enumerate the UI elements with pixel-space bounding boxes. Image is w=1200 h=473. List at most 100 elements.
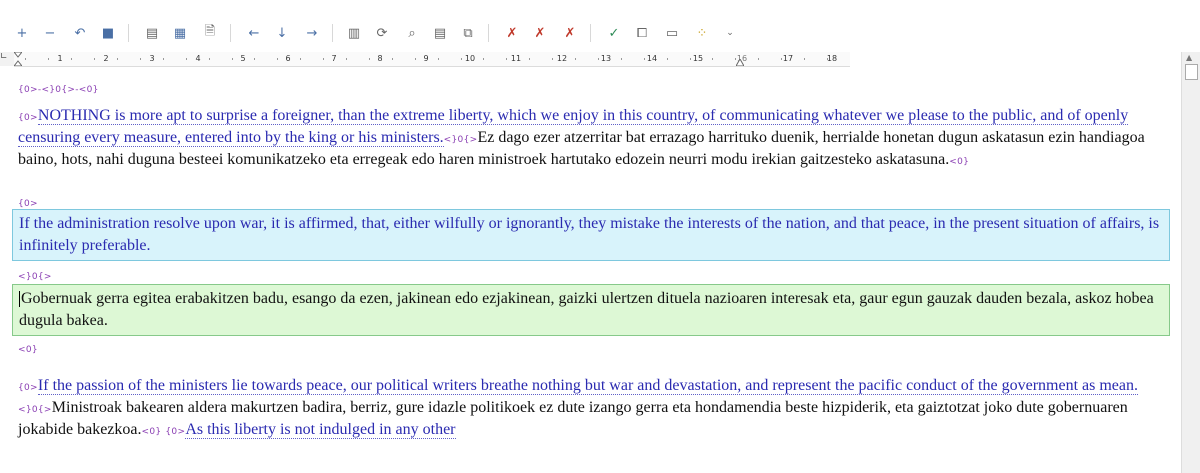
copy-icon[interactable]: ⧉ [458,23,478,43]
segment-tag: <}0{> [443,135,478,145]
file-check-icon[interactable]: 🗎 [200,23,220,43]
segment-tag: <0} [141,427,162,437]
ruler-tick [48,58,50,60]
ruler-tick [437,58,439,60]
table-icon[interactable]: ▦ [170,23,190,43]
document-area[interactable]: {0>-<}0{>-<0} {0>NOTHING is more apt to … [0,66,1180,473]
segment-tag: <}0{> [18,272,52,282]
ruler-number: 4 [195,54,201,63]
ruler-tick [781,58,783,60]
segment-1[interactable]: {0>NOTHING is more apt to surprise a for… [18,106,1178,172]
ruler-tick [25,58,27,60]
segment-tags-empty: {0>-<}0{>-<0} [18,82,1178,96]
vertical-scrollbar[interactable]: ▲ [1181,52,1200,473]
arrow-right-icon[interactable]: → [302,23,322,43]
ruler-tick [117,58,119,60]
segment-tag: <0} [949,157,970,167]
ruler-tick [231,58,233,60]
ruler-tick [597,58,599,60]
delete-search-icon[interactable]: ✗ [530,23,550,43]
ruler-tick [391,58,393,60]
segment-tag: <0} [18,345,38,355]
undo-icon[interactable]: ↶ [70,23,90,43]
ruler-number: 3 [149,54,155,63]
source-text[interactable]: As this liberty is not indulged in any o… [185,421,456,439]
target-text[interactable]: Gobernuak gerra egitea erabakitzen badu,… [19,290,1154,329]
ruler-tick [139,58,141,60]
active-source-segment[interactable]: If the administration resolve upon war, … [12,209,1170,261]
scrollbar-thumb[interactable] [1185,64,1198,80]
ruler[interactable]: 1 2 3 4 5 6 7 8 9 10 11 12 13 14 15 16 1… [12,51,850,67]
ruler-number: 9 [423,54,429,63]
ruler-tick [71,58,73,60]
ruler-tick [712,58,714,60]
arrow-down-icon[interactable]: ↓ [272,23,292,43]
stop-icon[interactable]: ■ [98,23,118,43]
ruler-number: 2 [103,54,109,63]
plus-icon[interactable]: + [12,23,32,43]
crop-icon[interactable]: ⧠ [632,23,652,43]
ruler-tick [758,58,760,60]
ruler-number: 13 [600,54,612,63]
check-icon[interactable]: ✓ [604,23,624,43]
ruler-number: 14 [646,54,658,63]
ruler-tick [529,58,531,60]
segment-tag: {0> [18,383,38,393]
ruler-corner[interactable]: ∟ [0,52,14,66]
segment-2-close-tag: <0} [18,342,1178,356]
ruler-tick [666,58,668,60]
ruler-left-indent-marker[interactable] [12,51,24,67]
ruler-right-indent-marker[interactable] [735,57,745,67]
ruler-tick [323,58,325,60]
overflow-icon[interactable]: ⌄ [720,23,740,43]
segment-3[interactable]: {0>If the passion of the ministers lie t… [18,376,1178,442]
segment-tag: {0> [165,427,186,437]
segment-tag: {0> [18,199,38,209]
source-text[interactable]: If the administration resolve upon war, … [19,215,1159,254]
search-icon[interactable]: ⌕ [402,23,422,43]
ruler-number: 5 [240,54,246,63]
toolbar-separator [230,24,231,42]
ruler-tick [414,58,416,60]
ruler-number: 10 [464,54,476,63]
ruler-tick [185,58,187,60]
ruler-tick [162,58,164,60]
delete-file-icon[interactable]: ✗ [502,23,522,43]
scroll-up-icon[interactable]: ▲ [1186,53,1192,62]
toolbar-separator [128,24,129,42]
ruler-tick [643,58,645,60]
ruler-tick [735,58,737,60]
toolbar-separator [590,24,591,42]
ruler-tick [620,58,622,60]
ruler-number: 17 [782,54,794,63]
arrow-left-icon[interactable]: ← [244,23,264,43]
ruler-tick [208,58,210,60]
ruler-tick [277,58,279,60]
ruler-number: 8 [377,54,383,63]
delete-list-icon[interactable]: ✗ [560,23,580,43]
ruler-tick [254,58,256,60]
toolbar: + − ↶ ■ ▤ ▦ 🗎 ← ↓ → ▥ ⟳ ⌕ ▤ ⧉ ✗ ✗ ✗ ✓ ⧠ … [0,0,1200,52]
ruler-tick [94,58,96,60]
ruler-tick [552,58,554,60]
minus-icon[interactable]: − [40,23,60,43]
ruler-tick [575,58,577,60]
ruler-number: 6 [285,54,291,63]
ruler-tick [826,58,828,60]
dots-icon[interactable]: ⁘ [692,23,712,43]
document-icon[interactable]: ▤ [142,23,162,43]
ruler-tick [460,58,462,60]
segment-tag: {0> [18,113,38,123]
toolbar-separator [488,24,489,42]
window-icon[interactable]: ▭ [662,23,682,43]
refresh-icon[interactable]: ⟳ [372,23,392,43]
active-target-segment[interactable]: Gobernuak gerra egitea erabakitzen badu,… [12,284,1170,336]
text-cursor [19,291,20,308]
list-icon[interactable]: ▤ [430,23,450,43]
toolbar-separator [332,24,333,42]
segment-2-mid-tag: <}0{> [18,269,1178,283]
ruler-tick [506,58,508,60]
source-text[interactable]: If the passion of the ministers lie towa… [37,377,1138,395]
grid-icon[interactable]: ▥ [344,23,364,43]
ruler-number: 12 [556,54,568,63]
